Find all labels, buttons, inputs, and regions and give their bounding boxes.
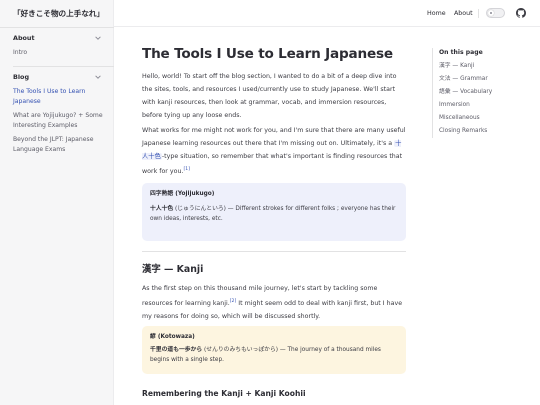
intro-paragraph: Hello, world! To start off the blog sect… xyxy=(142,73,397,119)
sidebar-group-label: Blog xyxy=(13,73,30,81)
outline-link-immersion[interactable]: Immersion xyxy=(439,99,532,112)
outline-title: On this page xyxy=(439,49,483,56)
callout-title: 四字熟語 (Yojijukugo) xyxy=(150,191,215,197)
section-divider xyxy=(142,251,406,252)
sidebar-item-yojijukugo[interactable]: What are Yojijukugo? + Some Interesting … xyxy=(13,111,105,131)
paragraph-what-works: What works for me might not work for you… xyxy=(142,127,406,176)
page-outline: On this page 漢字 — Kanji 文法 — Grammar 語彙 … xyxy=(432,48,532,138)
chevron-down-icon[interactable] xyxy=(94,73,102,81)
callout-title: 諺 (Kotowaza) xyxy=(150,334,195,340)
sidebar-group-about: About Intro xyxy=(0,28,114,67)
toggle-knob xyxy=(488,10,494,16)
github-icon[interactable] xyxy=(516,8,526,18)
callout-yojijukugo: 四字熟語 (Yojijukugo) 十人十色 (じゅうにんといろ) — Diff… xyxy=(142,183,406,241)
sidebar-nav: About Intro Blog The Tools I Use to Lear… xyxy=(0,27,114,155)
sidebar-group-about-header[interactable]: About xyxy=(13,28,114,48)
sidebar: 「好きこそ物の上手なれ」 About Intro Blog The Tools … xyxy=(0,0,114,405)
outline-link-miscellaneous[interactable]: Miscellaneous xyxy=(439,112,532,125)
nav-home-link[interactable]: Home xyxy=(427,10,446,17)
nav-divider xyxy=(478,9,479,18)
callout-kotowaza: 諺 (Kotowaza) 千里の道も一歩から (せんりのみちもいっぽから) — … xyxy=(142,326,406,374)
section-heading-kanji: 漢字 — Kanji xyxy=(142,264,204,275)
top-navbar: Home About xyxy=(114,0,540,27)
sidebar-item-intro[interactable]: Intro xyxy=(13,48,105,58)
page-title: The Tools I Use to Learn Japanese xyxy=(142,46,393,62)
outline-link-grammar[interactable]: 文法 — Grammar xyxy=(439,73,532,86)
sidebar-group-blog-header[interactable]: Blog xyxy=(13,67,114,87)
chevron-down-icon[interactable] xyxy=(94,34,102,42)
subsection-heading: Remembering the Kanji + Kanji Koohii xyxy=(142,389,306,398)
theme-toggle[interactable] xyxy=(486,8,505,18)
site-title[interactable]: 「好きこそ物の上手なれ」 xyxy=(13,8,104,19)
sidebar-group-blog: Blog The Tools I Use to Learn Japanese W… xyxy=(0,67,114,155)
nav-about-link[interactable]: About xyxy=(454,10,473,17)
footnote-ref[interactable]: [1] xyxy=(183,167,190,172)
outline-link-closing-remarks[interactable]: Closing Remarks xyxy=(439,125,532,138)
callout-body: 千里の道も一歩から (せんりのみちもいっぽから) — The journey o… xyxy=(150,347,381,363)
sidebar-group-label: About xyxy=(13,34,35,42)
callout-body: 十人十色 (じゅうにんといろ) — Different strokes for … xyxy=(150,206,396,222)
outline-link-kanji[interactable]: 漢字 — Kanji xyxy=(439,60,532,73)
sidebar-item-tools-i-use[interactable]: The Tools I Use to Learn Japanese xyxy=(13,87,105,107)
paragraph-kanji-intro: As the first step on this thousand mile … xyxy=(142,285,403,321)
outline-link-vocabulary[interactable]: 語彙 — Vocabulary xyxy=(439,86,532,99)
sun-icon xyxy=(490,12,492,14)
sidebar-item-beyond-jlpt[interactable]: Beyond the JLPT: Japanese Language Exams xyxy=(13,135,105,155)
